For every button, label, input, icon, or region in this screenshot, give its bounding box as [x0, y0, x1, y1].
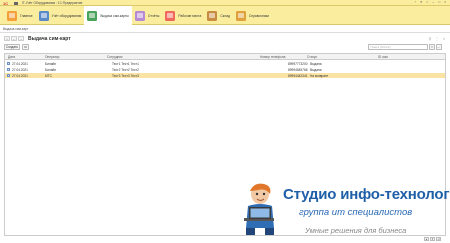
maximize-icon[interactable]: □ [437, 0, 441, 5]
back-button[interactable]: ← [11, 36, 17, 41]
column-sim-id[interactable]: ID сим [378, 55, 388, 59]
cell-employee: Тест1 Тест1 Тест1 [112, 61, 139, 66]
sections-panel: Главное Учёт оборудования Выдача сим-кар… [0, 6, 450, 25]
document-icon [7, 74, 10, 78]
report-icon [134, 10, 145, 21]
home-button[interactable]: ⌂ [4, 36, 10, 41]
close-form-icon[interactable]: × [442, 37, 446, 41]
section-references[interactable]: Справочники [233, 6, 272, 25]
table-row[interactable]: 27.04.2021 Билайн Тест2 Тест2 Тест2 8999… [5, 67, 445, 72]
section-label: Главное [20, 13, 33, 18]
section-label: Справочники [248, 13, 269, 18]
cell-operator: МТС [45, 73, 52, 78]
star-icon[interactable]: ☆ [425, 0, 429, 5]
section-sim-cards[interactable]: Выдача сим-карты [84, 6, 132, 25]
section-main[interactable]: Главное [4, 6, 36, 25]
more-icon[interactable]: ⋮ [435, 37, 439, 41]
cell-status: Выдана [310, 61, 322, 66]
section-label: Рабочие места [178, 13, 202, 18]
search-clear-button[interactable]: × [429, 44, 435, 50]
app-title: IT-Учёт Оборудования : 1С:Предприятие [22, 1, 83, 6]
cell-date: 27.04.2021 [12, 61, 28, 66]
more-actions-button[interactable]: ⋯ [436, 44, 442, 50]
cell-status: На возврате [310, 73, 329, 78]
section-equipment[interactable]: Учёт оборудования [36, 6, 85, 25]
copy-button[interactable]: ⧉ [22, 44, 29, 50]
section-reports[interactable]: Отчёты [132, 6, 163, 25]
cell-operator: Билайн [45, 61, 57, 66]
cell-operator: Билайн [45, 67, 57, 72]
forward-button[interactable]: → [18, 36, 24, 41]
column-status[interactable]: Статус [307, 55, 317, 59]
cell-phone: 89997773200 [288, 61, 308, 66]
column-operator[interactable]: Оператор [45, 55, 59, 59]
watermark-subtitle: группа ит специалистов [299, 207, 413, 218]
books-icon [235, 10, 246, 21]
column-date[interactable]: Дата [8, 55, 15, 59]
cell-employee: Тест3 Тест3 Тест3 [112, 73, 139, 78]
scroll-up-button[interactable]: ▴ [424, 237, 429, 241]
create-button[interactable]: Создать [4, 44, 20, 50]
scroll-down-button[interactable]: ▾ [430, 237, 435, 241]
section-warehouse[interactable]: Склад [204, 6, 233, 25]
search-input[interactable]: Поиск (Ctrl+F) [368, 44, 428, 50]
cell-date: 27.04.2021 [12, 73, 28, 78]
table-header: Дата Оператор Сотрудник Номер телефона С… [5, 54, 445, 60]
tab-sim-cards[interactable]: Выдача сим-карт [3, 27, 28, 31]
table-row-selected[interactable]: 27.04.2021 МТС Тест3 Тест3 Тест3 8999444… [5, 73, 445, 79]
document-icon [7, 68, 10, 72]
history-icon[interactable]: ↺ [419, 0, 423, 5]
column-phone[interactable]: Номер телефона [260, 55, 285, 59]
warehouse-icon [207, 10, 218, 21]
watermark-slogan: Умные решения для бизнеса [305, 226, 407, 235]
document-icon [7, 62, 10, 66]
mascot-image [244, 183, 274, 235]
open-forms-bar: Выдача сим-карт [0, 25, 450, 33]
app-logo: 1С [3, 0, 9, 6]
form-header-actions: ⚲ ⋮ × [428, 37, 446, 41]
workplace-icon [165, 10, 176, 21]
section-label: Учёт оборудования [51, 13, 82, 18]
cell-status: Выдана [310, 67, 322, 72]
section-label: Отчёты [147, 13, 160, 18]
sim-card-icon [87, 10, 98, 21]
home-icon [7, 10, 17, 21]
cell-phone: 89994545766 [288, 67, 308, 72]
scroll-end-button[interactable]: ⇥ [436, 237, 441, 241]
main-menu-icon[interactable] [14, 1, 18, 5]
cell-date: 27.04.2021 [12, 67, 28, 72]
form-title: Выдача сим-карт [28, 35, 71, 42]
section-label: Выдача сим-карты [100, 13, 129, 18]
close-icon[interactable]: × [443, 0, 447, 5]
cell-phone: 89994442341 [288, 73, 308, 78]
equipment-icon [38, 10, 49, 21]
window-controls: ◔ ↺ ☆ – □ × [413, 0, 447, 5]
section-label: Склад [220, 13, 230, 18]
minimize-icon[interactable]: – [431, 0, 435, 5]
watermark-title: Студио инфо-технологии [283, 186, 450, 203]
cell-employee: Тест2 Тест2 Тест2 [112, 67, 139, 72]
bell-icon[interactable]: ◔ [413, 0, 417, 5]
link-icon[interactable]: ⚲ [428, 37, 432, 41]
column-employee[interactable]: Сотрудник [107, 55, 122, 59]
section-workplaces[interactable]: Рабочие места [162, 6, 204, 25]
table-row[interactable]: 27.04.2021 Билайн Тест1 Тест1 Тест1 8999… [5, 61, 445, 66]
